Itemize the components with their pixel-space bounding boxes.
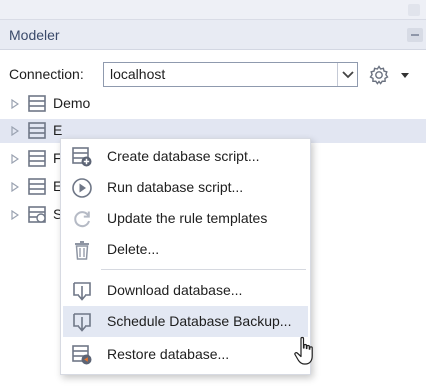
menu-separator <box>101 269 306 270</box>
expand-arrow-icon[interactable] <box>11 126 19 136</box>
connection-label: Connection: <box>9 66 84 82</box>
caret-down-icon[interactable] <box>400 68 410 80</box>
create-script-icon <box>72 147 92 167</box>
database-icon <box>28 178 46 195</box>
menu-item-label: Update the rule templates <box>107 210 268 226</box>
run-icon <box>72 178 92 198</box>
menu-item-create-database-script[interactable]: Create database script... <box>63 141 308 172</box>
hand-pointer-icon <box>294 336 313 365</box>
database-icon <box>28 150 46 167</box>
database-icon <box>28 95 46 112</box>
scroll-button[interactable] <box>408 4 420 16</box>
restore-icon <box>72 345 92 365</box>
chevron-down-icon[interactable] <box>337 63 357 86</box>
menu-item-label: Run database script... <box>107 179 244 195</box>
menu-item-label: Download database... <box>107 282 243 298</box>
modeler-panel-header: Modeler <box>0 20 426 50</box>
refresh-icon <box>74 211 90 228</box>
download-icon <box>73 313 91 332</box>
tree-item-demo[interactable]: Demo <box>0 92 426 116</box>
database-icon <box>28 122 46 139</box>
database-context-menu: Create database script... Run database s… <box>60 138 311 375</box>
gear-icon[interactable] <box>368 64 390 86</box>
menu-item-label: Restore database... <box>107 346 230 362</box>
top-toolbar-strip <box>0 0 426 20</box>
menu-item-download-database[interactable]: Download database... <box>63 275 308 306</box>
expand-arrow-icon[interactable] <box>11 182 19 192</box>
trash-icon <box>75 241 89 260</box>
expand-arrow-icon[interactable] <box>11 99 19 109</box>
download-icon <box>73 282 91 301</box>
panel-title: Modeler <box>9 27 60 43</box>
menu-item-label: Schedule Database Backup... <box>107 313 292 329</box>
menu-item-schedule-database-backup[interactable]: Schedule Database Backup... <box>63 306 308 337</box>
database-scheduled-icon <box>28 206 46 223</box>
menu-item-run-database-script[interactable]: Run database script... <box>63 172 308 203</box>
connection-select[interactable]: localhost <box>103 62 358 87</box>
menu-item-delete[interactable]: Delete... <box>63 234 308 265</box>
tree-item-label: Demo <box>53 95 91 111</box>
connection-row: Connection: localhost <box>0 62 426 88</box>
tree-item-label: E <box>53 122 63 138</box>
expand-arrow-icon[interactable] <box>11 210 19 220</box>
minimize-button[interactable] <box>407 28 423 42</box>
menu-item-label: Create database script... <box>107 148 260 164</box>
menu-item-label: Delete... <box>107 241 160 257</box>
menu-item-restore-database[interactable]: Restore database... <box>63 339 308 370</box>
expand-arrow-icon[interactable] <box>11 154 19 164</box>
connection-value: localhost <box>110 66 166 82</box>
menu-item-update-rule-templates[interactable]: Update the rule templates <box>63 203 308 234</box>
